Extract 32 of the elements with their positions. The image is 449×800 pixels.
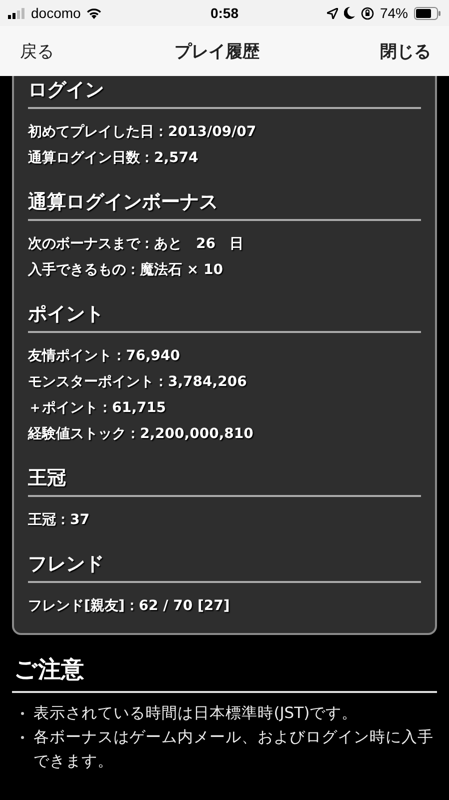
note-text: 表示されている時間は日本標準時(JST)です。: [34, 703, 358, 724]
bullet-icon: [21, 736, 24, 739]
stat-line: 入手できるもの：魔法石 × 10: [28, 260, 224, 280]
stat-line: 経験値ストック：2,200,000,810: [28, 425, 254, 444]
note-text: 各ボーナスはゲーム内メール、およびログイン時に入手できます。: [34, 727, 435, 772]
stat-line: 初めてプレイした日：2013/09/07: [28, 122, 258, 142]
section-heading: ポイント: [28, 301, 421, 333]
battery-icon: [414, 6, 441, 20]
rotation-lock-icon: [360, 6, 374, 20]
signal-icon: [8, 8, 26, 18]
section-heading: フレンド: [28, 551, 421, 583]
battery-percent: 74%: [380, 5, 408, 21]
back-button[interactable]: 戻る: [20, 40, 54, 62]
close-button[interactable]: 閉じる: [380, 40, 431, 62]
section-heading: 通算ログインボーナス: [28, 189, 421, 221]
bullet-icon: [21, 712, 24, 715]
stat-line: 次のボーナスまで：あと 26 日: [28, 235, 244, 254]
stat-line: フレンド[親友]：62 / 70 [27]: [28, 597, 231, 616]
stat-line: ＋ポイント：61,715: [28, 399, 168, 418]
page-title: プレイ履歴: [174, 40, 260, 62]
section-heading: 王冠: [28, 465, 421, 497]
stat-line: 王冠：37: [28, 511, 90, 530]
carrier-label: docomo: [31, 5, 81, 21]
moon-icon: [344, 7, 355, 19]
stat-line: 友情ポイント：76,940: [28, 347, 182, 366]
notes-heading: ご注意: [12, 655, 437, 693]
location-arrow-icon: [326, 8, 338, 18]
stat-line: 通算ログイン日数：2,574: [28, 149, 200, 168]
stat-line: モンスターポイント：3,784,206: [28, 373, 248, 392]
section-heading: ログイン: [28, 77, 421, 109]
wifi-icon: [86, 7, 102, 19]
clock-time: 0:58: [210, 5, 239, 21]
